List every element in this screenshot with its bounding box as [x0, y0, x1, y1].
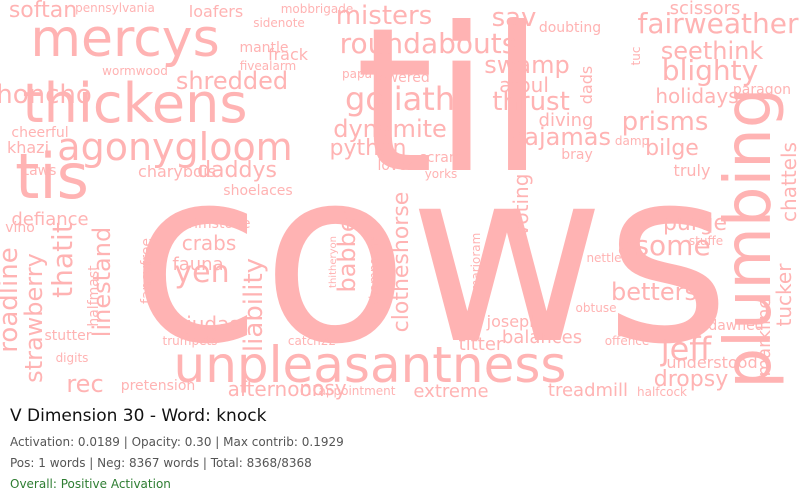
cloud-word: yorks — [425, 167, 458, 181]
cloud-word: sidenote — [253, 16, 305, 30]
cloud-word: paragon — [733, 82, 791, 98]
cloud-word: nettle — [586, 251, 621, 265]
cloud-word: wormwood — [102, 64, 168, 78]
cloud-word: vino — [5, 220, 35, 236]
cloud-word: dads — [577, 66, 596, 104]
cloud-word: understood — [666, 353, 757, 372]
cloud-word: treadmill — [548, 380, 628, 400]
cloud-word: obtuse — [576, 301, 617, 315]
cloud-word: thitheryon — [328, 236, 339, 288]
cloud-word: fauna — [172, 254, 223, 275]
cloud-word: trumpets — [163, 334, 218, 348]
word-counts: Pos: 1 words | Neg: 8367 words | Total: … — [10, 456, 312, 470]
cloud-word: sav — [492, 3, 537, 33]
cloud-word: scissors — [670, 0, 741, 19]
caption-panel: V Dimension 30 - Word: knock Activation:… — [10, 404, 790, 492]
cloud-word: doubting — [539, 20, 601, 36]
cloud-word: strawberry — [20, 253, 48, 383]
cloud-word: fivealarm — [240, 59, 297, 73]
cloud-word: pretension — [121, 378, 196, 394]
cloud-word: extreme — [413, 381, 488, 400]
cloud-word: tuc — [629, 47, 643, 66]
cloud-word: bilge — [645, 136, 699, 161]
cloud-word: softan — [9, 0, 77, 23]
cloud-word: mantle — [239, 40, 288, 56]
cloud-word: lover — [377, 158, 412, 174]
cloud-word: bray — [561, 147, 593, 163]
cloud-word: dawned — [708, 318, 763, 334]
cloud-word: voting — [509, 174, 533, 237]
cloud-word: tucker — [772, 263, 796, 327]
cloud-word: damp — [615, 134, 649, 148]
word-cloud: cowstilunpleasantness plumbingthickenstis… — [0, 0, 800, 400]
cloud-word: diving — [539, 110, 594, 131]
cloud-word: papa — [342, 67, 372, 81]
cloud-word: halfcock — [637, 385, 687, 399]
cloud-word: chattels — [777, 142, 800, 222]
activation-stats: Activation: 0.0189 | Opacity: 0.30 | Max… — [10, 435, 344, 449]
cloud-word: digits — [56, 351, 89, 365]
cloud-word: prisms — [622, 107, 709, 137]
cloud-word: mobbrigade — [281, 2, 354, 16]
cloud-word: stutter — [44, 328, 91, 344]
cloud-word: lowered — [374, 70, 429, 86]
cloud-word: pennsylvania — [75, 1, 155, 15]
cloud-word: crabs — [182, 231, 237, 255]
cloud-word: titter — [459, 334, 504, 355]
cloud-word: truly — [674, 161, 711, 180]
cloud-word: purge — [663, 211, 727, 236]
cloud-word: champagne — [367, 235, 381, 306]
cloud-word: joseph — [486, 312, 540, 331]
cloud-word: loafers — [189, 2, 243, 21]
dimension-title: V Dimension 30 - Word: knock — [10, 406, 267, 426]
overall-activation: Overall: Positive Activation — [10, 477, 171, 491]
cloud-word: appointment — [319, 384, 396, 398]
cloud-word: holidays — [655, 84, 738, 108]
cloud-word: marjoram — [469, 233, 483, 292]
cloud-word: charybdis — [138, 162, 216, 181]
cloud-word: thatit — [46, 222, 79, 298]
cloud-word: brimstone — [179, 216, 250, 232]
cloud-word: stuffe — [689, 234, 723, 248]
cloud-word: fancyfree — [139, 238, 155, 304]
cloud-word: shoelaces — [223, 183, 292, 199]
cloud-word: honcho — [0, 80, 92, 110]
cloud-word: betters — [611, 278, 697, 306]
cloud-word: clotheshorse — [389, 192, 414, 333]
cloud-word: halfmast — [86, 265, 102, 327]
cloud-word: cheerful — [11, 125, 68, 141]
cloud-word: judas — [185, 312, 240, 336]
cloud-word: offence — [605, 334, 650, 348]
cloud-word: liability — [239, 258, 269, 352]
cloud-word: taws — [24, 163, 57, 179]
cloud-word: rec — [66, 370, 103, 398]
cloud-word: scram — [420, 150, 463, 166]
cloud-word: catch22 — [288, 334, 336, 348]
